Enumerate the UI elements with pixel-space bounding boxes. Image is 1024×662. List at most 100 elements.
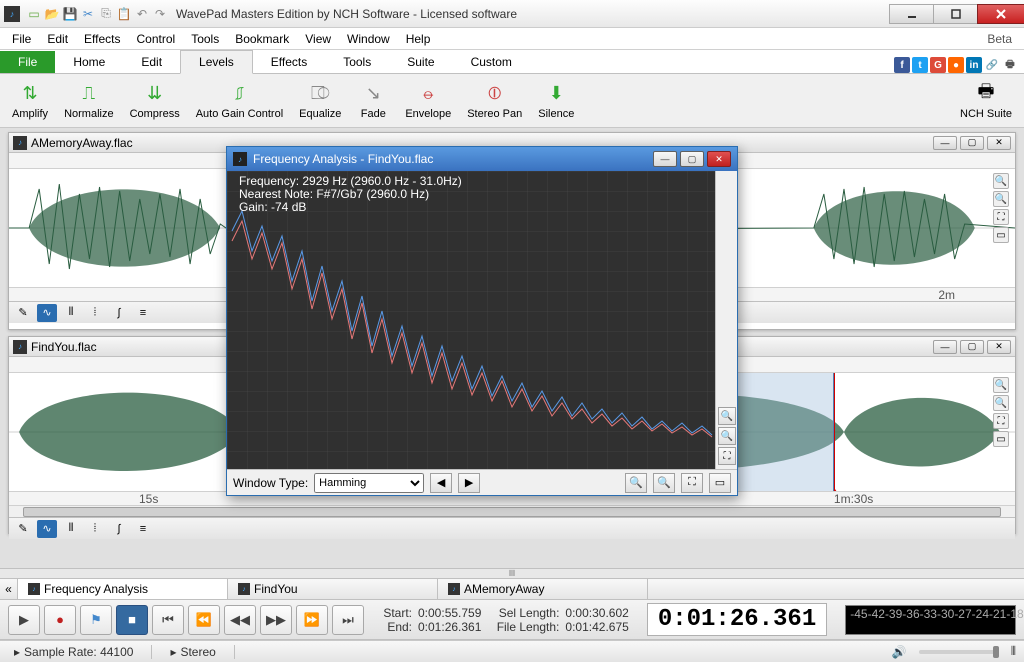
freq-prev-button[interactable]: ◀ [430, 473, 452, 493]
close-button[interactable] [977, 4, 1024, 24]
skip-end-button[interactable]: ⏭ [332, 605, 364, 635]
play-button[interactable]: ▶ [8, 605, 40, 635]
volume-slider[interactable] [919, 650, 999, 654]
step-back-button[interactable]: ◀◀ [224, 605, 256, 635]
zoom-in-button[interactable]: 🔍 [993, 173, 1009, 189]
qa-save-icon[interactable]: 💾 [62, 6, 78, 22]
menu-effects[interactable]: Effects [76, 30, 128, 48]
google-icon[interactable]: G [930, 57, 946, 73]
ribbon-normalize[interactable]: ⎍Normalize [58, 80, 120, 122]
ribbon-silence[interactable]: ⬇Silence [532, 80, 580, 122]
skip-start-button[interactable]: ⏮ [152, 605, 184, 635]
doc-tab-freq[interactable]: ♪Frequency Analysis [18, 579, 228, 599]
zoom-fit-button[interactable]: ⛶ [993, 209, 1009, 225]
facebook-icon[interactable]: f [894, 57, 910, 73]
tool-cursor-icon[interactable]: ✎ [13, 520, 33, 538]
zoom-out-button[interactable]: 🔍 [993, 395, 1009, 411]
record-button[interactable]: ● [44, 605, 76, 635]
share-icon[interactable]: 🔗 [984, 57, 1000, 73]
tab-home[interactable]: Home [55, 51, 123, 73]
maximize-button[interactable] [933, 4, 978, 24]
doc-tab-findyou[interactable]: ♪FindYou [228, 579, 438, 599]
ribbon-equalize[interactable]: ⎄Equalize [293, 80, 347, 122]
scrollbar-thumb[interactable] [23, 507, 1001, 517]
menu-control[interactable]: Control [129, 30, 184, 48]
tool-cursor-icon[interactable]: ✎ [13, 304, 33, 322]
menu-file[interactable]: File [4, 30, 39, 48]
tool-fx-icon[interactable]: ∫ [109, 304, 129, 322]
qa-undo-icon[interactable]: ↶ [134, 6, 150, 22]
menu-help[interactable]: Help [398, 30, 439, 48]
tab-edit[interactable]: Edit [123, 51, 180, 73]
qa-cut-icon[interactable]: ✂ [80, 6, 96, 22]
ribbon-auto-gain[interactable]: ⎎Auto Gain Control [190, 80, 289, 122]
qa-open-icon[interactable]: 📂 [44, 6, 60, 22]
menu-edit[interactable]: Edit [39, 30, 76, 48]
tool-more-icon[interactable]: ≡ [133, 520, 153, 538]
forward-button[interactable]: ⏩ [296, 605, 328, 635]
freq-zoom-sel-button[interactable]: ▭ [709, 473, 731, 493]
track-close-button[interactable]: ✕ [987, 340, 1011, 354]
workspace-split-grip[interactable]: ⦀⦀ [0, 568, 1024, 578]
rss-icon[interactable]: ● [948, 57, 964, 73]
tool-spectrum-icon[interactable]: ⦙ [85, 304, 105, 322]
volume-knob[interactable] [993, 646, 999, 658]
ribbon-nch-suite[interactable]: 🖶NCH Suite [954, 80, 1018, 122]
ribbon-stereo-pan[interactable]: ⦶Stereo Pan [461, 80, 528, 122]
freq-next-button[interactable]: ▶ [458, 473, 480, 493]
tool-spectrum-icon[interactable]: ⦙ [85, 520, 105, 538]
ribbon-fade[interactable]: ↘Fade [351, 80, 395, 122]
stop-button[interactable]: ■ [116, 605, 148, 635]
freq-close-button[interactable]: ✕ [707, 151, 731, 167]
ribbon-envelope[interactable]: ⦵Envelope [399, 80, 457, 122]
linkedin-icon[interactable]: in [966, 57, 982, 73]
track-maximize-button[interactable]: ▢ [960, 340, 984, 354]
freq-vzoom-fit[interactable]: ⛶ [718, 447, 736, 465]
menu-window[interactable]: Window [339, 30, 398, 48]
zoom-sel-button[interactable]: ▭ [993, 227, 1009, 243]
meter-toggle-icon[interactable]: ⦀ [1011, 644, 1016, 659]
tab-tools[interactable]: Tools [325, 51, 389, 73]
tool-more-icon[interactable]: ≡ [133, 304, 153, 322]
freq-titlebar[interactable]: ♪ Frequency Analysis - FindYou.flac — ▢ … [227, 147, 737, 171]
qa-redo-icon[interactable]: ↷ [152, 6, 168, 22]
collapse-tabs-button[interactable]: « [0, 579, 18, 599]
freq-zoom-in-button[interactable]: 🔍 [625, 473, 647, 493]
step-forward-button[interactable]: ▶▶ [260, 605, 292, 635]
tab-levels[interactable]: Levels [180, 50, 253, 74]
tool-fx-icon[interactable]: ∫ [109, 520, 129, 538]
ribbon-compress[interactable]: ⇊Compress [124, 80, 186, 122]
tab-file[interactable]: File [0, 51, 55, 73]
zoom-fit-button[interactable]: ⛶ [993, 413, 1009, 429]
zoom-sel-button[interactable]: ▭ [993, 431, 1009, 447]
tool-bars-icon[interactable]: ⦀ [61, 304, 81, 322]
freq-plot[interactable]: Frequency: 2929 Hz (2960.0 Hz - 31.0Hz) … [227, 171, 737, 469]
volume-icon[interactable]: 🔊 [892, 645, 907, 659]
stereo-cell[interactable]: ▸ Stereo [164, 645, 221, 659]
tool-wave-icon[interactable]: ∿ [37, 520, 57, 538]
tab-custom[interactable]: Custom [453, 51, 530, 73]
sample-rate-cell[interactable]: ▸ Sample Rate: 44100 [8, 645, 139, 659]
freq-zoom-out-button[interactable]: 🔍 [653, 473, 675, 493]
menu-bookmark[interactable]: Bookmark [227, 30, 297, 48]
tool-bars-icon[interactable]: ⦀ [61, 520, 81, 538]
twitter-icon[interactable]: t [912, 57, 928, 73]
frequency-analysis-window[interactable]: ♪ Frequency Analysis - FindYou.flac — ▢ … [226, 146, 738, 496]
track-hscrollbar[interactable] [9, 505, 1015, 517]
zoom-out-button[interactable]: 🔍 [993, 191, 1009, 207]
track-minimize-button[interactable]: — [933, 340, 957, 354]
bookmark-button[interactable]: ⚑ [80, 605, 112, 635]
tab-effects[interactable]: Effects [253, 51, 325, 73]
freq-maximize-button[interactable]: ▢ [680, 151, 704, 167]
rewind-button[interactable]: ⏪ [188, 605, 220, 635]
freq-vzoom-out[interactable]: 🔍 [718, 427, 736, 445]
ribbon-amplify[interactable]: ⇅Amplify [6, 80, 54, 122]
doc-tab-amemoryaway[interactable]: ♪AMemoryAway [438, 579, 648, 599]
freq-vzoom-in[interactable]: 🔍 [718, 407, 736, 425]
zoom-in-button[interactable]: 🔍 [993, 377, 1009, 393]
qa-paste-icon[interactable]: 📋 [116, 6, 132, 22]
minimize-button[interactable] [889, 4, 934, 24]
print-icon[interactable]: 🖶 [1002, 57, 1018, 73]
qa-copy-icon[interactable]: ⎘ [98, 6, 114, 22]
playhead[interactable] [834, 373, 835, 491]
